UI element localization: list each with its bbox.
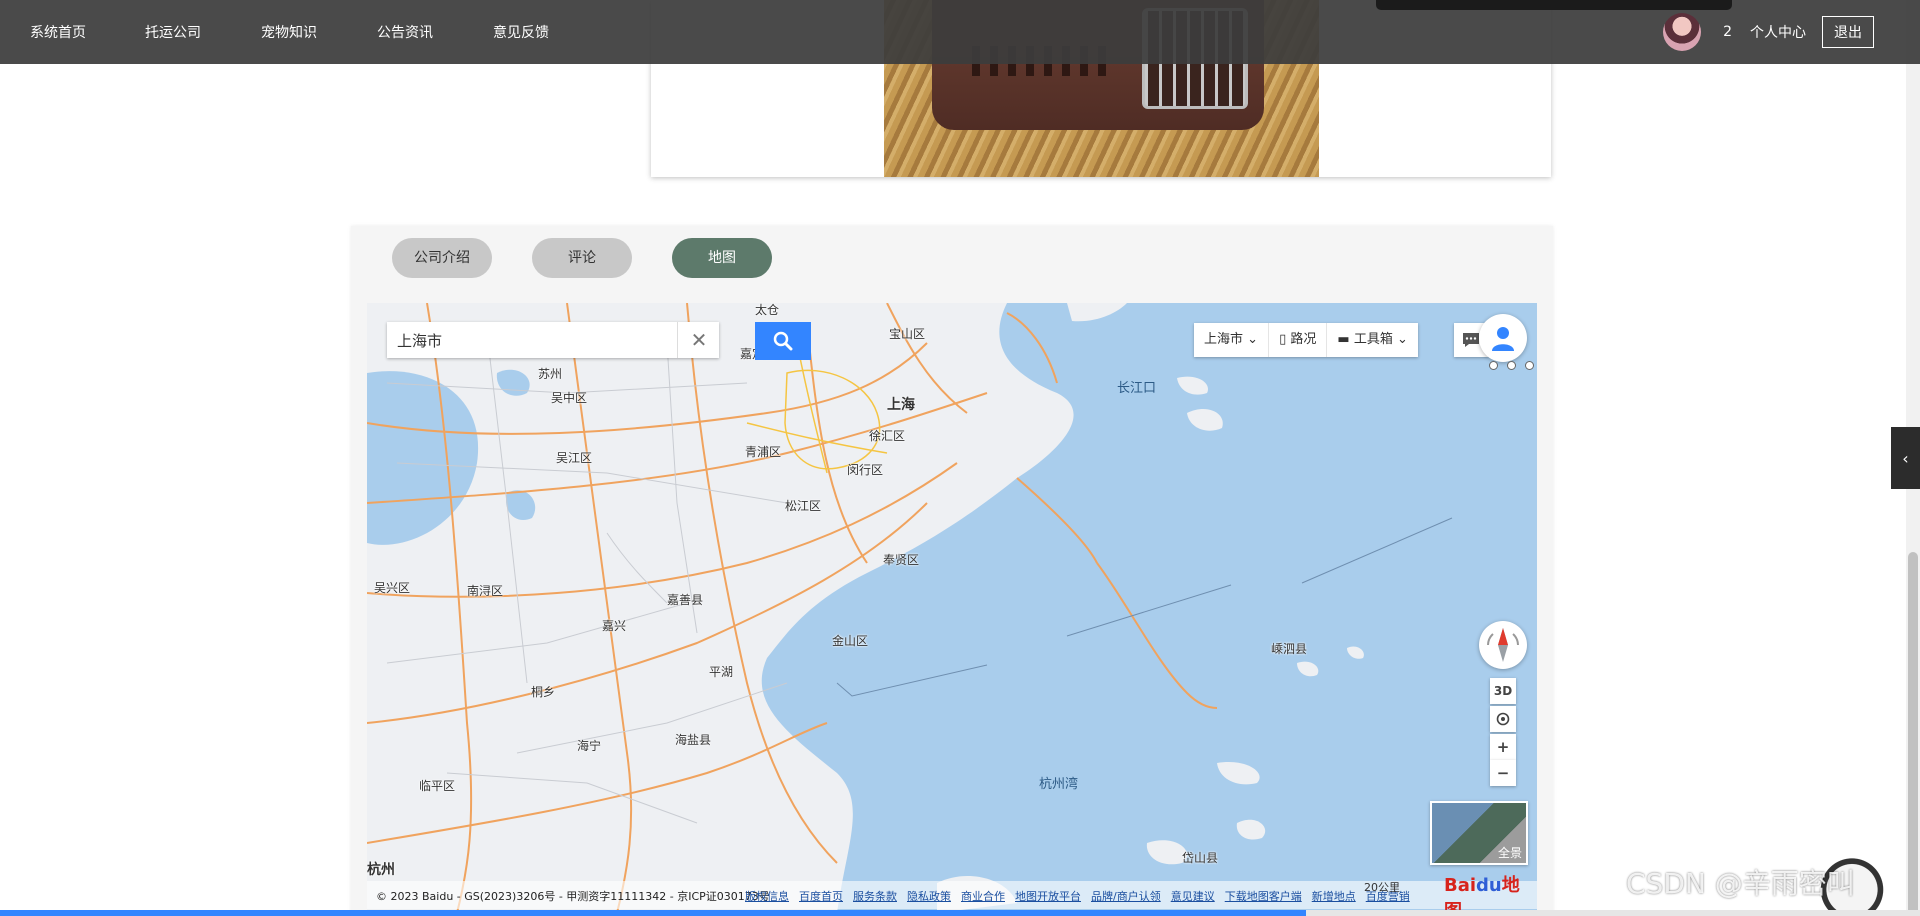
copyright-link[interactable]: 隐私政策 xyxy=(907,888,951,904)
place-label: 嘉兴 xyxy=(602,619,627,633)
place-label: 吴兴区 xyxy=(374,581,411,595)
copyright-link[interactable]: 百度首页 xyxy=(799,888,843,904)
place-label: 海盐县 xyxy=(675,733,712,747)
copyright-text: © 2023 Baidu - GS(2023)3206号 - 甲测资字11111… xyxy=(376,890,770,903)
place-label: 太仓 xyxy=(755,303,780,317)
map-base-layer xyxy=(367,303,1453,913)
chevron-down-icon: ⌄ xyxy=(1247,332,1259,347)
place-label: 杭州 xyxy=(367,862,395,878)
place-label: 松江区 xyxy=(785,499,822,513)
tab-map[interactable]: 地图 xyxy=(672,238,772,278)
city-label: 上海市 xyxy=(1204,332,1244,347)
copyright-link[interactable]: 服务条款 xyxy=(853,888,897,904)
logout-button[interactable]: 退出 xyxy=(1822,16,1874,48)
place-label: 嵊泗县 xyxy=(1271,642,1308,656)
traffic-label: 路况 xyxy=(1290,332,1317,347)
place-label: 青浦区 xyxy=(745,445,782,459)
carousel-dot[interactable] xyxy=(1507,361,1516,370)
place-label: 长江口 xyxy=(1117,381,1157,396)
place-label: 吴中区 xyxy=(551,391,588,405)
place-label: 苏州 xyxy=(538,367,563,381)
traffic-button[interactable]: ▯ 路况 xyxy=(1269,323,1328,357)
map-scale: 20公里 xyxy=(1364,881,1400,894)
cart-count: 2 xyxy=(1723,24,1732,40)
compass-needle xyxy=(1487,628,1519,662)
scrollbar-thumb[interactable] xyxy=(1908,552,1918,916)
locate-button[interactable] xyxy=(1490,706,1516,732)
copyright-link[interactable]: 意见建议 xyxy=(1171,888,1215,904)
notification-strip xyxy=(1376,0,1732,10)
nav-feedback[interactable]: 意见反馈 xyxy=(493,22,549,42)
panorama-label: 全景 xyxy=(1497,846,1522,860)
panorama-thumbnail[interactable]: 全景 xyxy=(1430,801,1528,865)
page-load-progress xyxy=(0,910,1920,916)
map-toolbar: 上海市 ⌄ ▯ 路况 ▬ 工具箱 ⌄ xyxy=(1194,323,1418,357)
profile-link[interactable]: 个人中心 xyxy=(1750,22,1806,42)
map-search-input[interactable] xyxy=(387,322,697,358)
copyright-link[interactable]: 新增地点 xyxy=(1312,888,1356,904)
message-icon xyxy=(1463,333,1479,347)
map-search-button[interactable] xyxy=(755,322,811,360)
place-label: 宝山区 xyxy=(889,327,926,341)
copyright-link[interactable]: 下载地图客户端 xyxy=(1225,888,1302,904)
user-area: 2 个人中心 退出 xyxy=(1663,13,1874,51)
place-label: 嘉善县 xyxy=(667,593,704,607)
briefcase-icon: ▬ xyxy=(1337,332,1350,347)
user-icon xyxy=(1492,327,1514,351)
nav-home[interactable]: 系统首页 xyxy=(30,22,86,42)
place-label: 海宁 xyxy=(577,739,602,753)
zoom-out-button[interactable]: − xyxy=(1490,760,1516,786)
place-label: 桐乡 xyxy=(531,685,556,699)
nav-shipping-companies[interactable]: 托运公司 xyxy=(145,22,201,42)
close-icon[interactable]: ✕ xyxy=(677,322,720,358)
copyright-links: 版权信息 百度首页 服务条款 隐私政策 商业合作 地图开放平台 品牌/商户认领 … xyxy=(745,888,1410,904)
locate-icon xyxy=(1496,712,1510,726)
copyright-link[interactable]: 地图开放平台 xyxy=(1015,888,1081,904)
place-label: 南浔区 xyxy=(467,584,504,598)
place-label: 奉贤区 xyxy=(883,553,920,567)
city-selector[interactable]: 上海市 ⌄ xyxy=(1194,323,1270,357)
compass-icon[interactable] xyxy=(1479,621,1527,669)
side-panel-toggle[interactable]: ‹ xyxy=(1891,427,1920,489)
baidu-map-logo: Baidu地图 xyxy=(1444,871,1537,913)
carousel-dot[interactable] xyxy=(1489,361,1498,370)
chevron-down-icon: ⌄ xyxy=(1396,332,1408,347)
place-label: 平湖 xyxy=(709,665,734,679)
nav-pet-knowledge[interactable]: 宠物知识 xyxy=(261,22,317,42)
baidu-map[interactable]: 太仓 宝山区 嘉定区 苏州 吴中区 上海 长江口 徐汇区 青浦区 吴江区 闵行区… xyxy=(367,303,1537,913)
carousel-dots xyxy=(1489,361,1534,370)
place-label: 吴江区 xyxy=(556,451,593,465)
tab-comments[interactable]: 评论 xyxy=(532,238,632,278)
logo-text-b: du xyxy=(1476,875,1502,896)
tab-company-intro[interactable]: 公司介绍 xyxy=(392,238,492,278)
carousel-dot[interactable] xyxy=(1525,361,1534,370)
chevron-left-icon: ‹ xyxy=(1902,448,1909,468)
copyright-link[interactable]: 品牌/商户认领 xyxy=(1091,888,1161,904)
csdn-watermark: CSDN @辛雨密叫 xyxy=(1626,867,1855,900)
traffic-light-icon: ▯ xyxy=(1279,332,1287,347)
search-icon xyxy=(773,331,793,351)
toolbox-label: 工具箱 xyxy=(1353,332,1393,347)
place-label: 徐汇区 xyxy=(869,429,906,443)
place-label: 金山区 xyxy=(832,634,869,648)
map-copyright-bar: © 2023 Baidu - GS(2023)3206号 - 甲测资字11111… xyxy=(367,881,1537,909)
place-label: 岱山县 xyxy=(1182,851,1219,865)
nav-announcements[interactable]: 公告资讯 xyxy=(377,22,433,42)
toolbox-button[interactable]: ▬ 工具箱 ⌄ xyxy=(1327,323,1418,357)
logo-text-a: Bai xyxy=(1444,875,1477,896)
avatar[interactable] xyxy=(1663,13,1702,51)
map-search-box: ✕ xyxy=(387,322,719,358)
copyright-link[interactable]: 商业合作 xyxy=(961,888,1005,904)
map-user-button[interactable] xyxy=(1479,314,1527,362)
place-label: 闵行区 xyxy=(847,463,884,477)
place-label: 临平区 xyxy=(419,779,456,793)
3d-button[interactable]: 3D xyxy=(1490,678,1516,704)
zoom-in-button[interactable]: + xyxy=(1490,734,1516,760)
place-label: 杭州湾 xyxy=(1039,777,1079,792)
place-label: 上海 xyxy=(887,397,915,413)
progress-fill xyxy=(0,910,1306,916)
copyright-link[interactable]: 版权信息 xyxy=(745,888,789,904)
